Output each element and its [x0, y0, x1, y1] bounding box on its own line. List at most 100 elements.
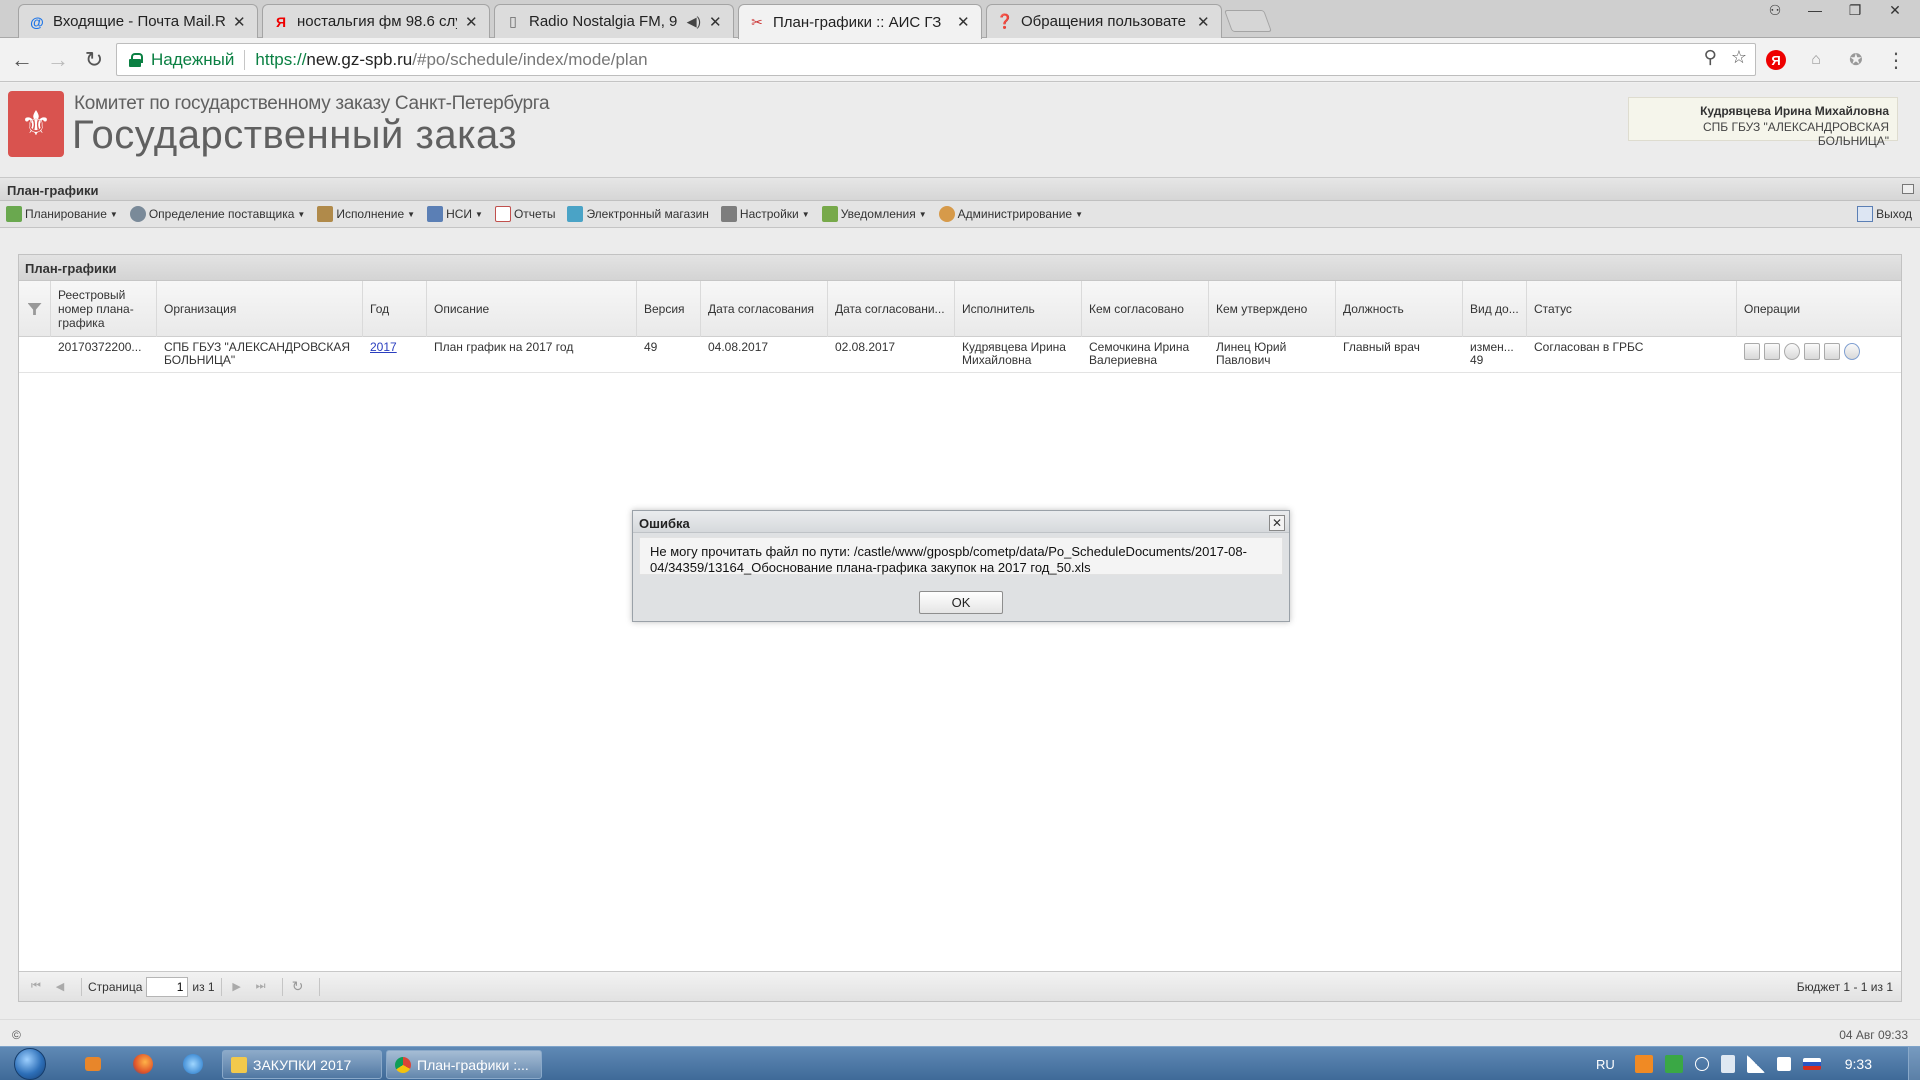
- col-agreed-by[interactable]: Кем согласовано: [1082, 281, 1209, 337]
- extension-icon[interactable]: ✪: [1844, 48, 1868, 72]
- address-bar[interactable]: Надежный https://new.gz-spb.ru/#po/sched…: [116, 43, 1756, 76]
- menu-label: Настройки: [739, 207, 799, 221]
- col-organization[interactable]: Организация: [157, 281, 363, 337]
- col-description[interactable]: Описание: [427, 281, 637, 337]
- window-close-icon[interactable]: ✕: [1876, 0, 1914, 20]
- tray-check-icon[interactable]: [1664, 1055, 1683, 1073]
- menu-supplier[interactable]: Определение поставщика ▼: [129, 206, 305, 222]
- menu-label: НСИ: [446, 207, 473, 221]
- taskbar-item-folder[interactable]: ЗАКУПКИ 2017: [222, 1050, 382, 1079]
- col-approve-date-2[interactable]: Дата согласовани...: [828, 281, 955, 337]
- start-button[interactable]: [12, 1047, 48, 1080]
- ok-button[interactable]: OK: [919, 591, 1003, 614]
- col-position[interactable]: Должность: [1336, 281, 1463, 337]
- year-link[interactable]: 2017: [370, 340, 397, 354]
- copy-icon[interactable]: [1824, 343, 1840, 360]
- col-executor[interactable]: Исполнитель: [955, 281, 1082, 337]
- caret-down-icon: ▼: [918, 209, 927, 219]
- menu-nsi[interactable]: НСИ ▼: [427, 206, 483, 222]
- close-icon[interactable]: ✕: [709, 13, 723, 31]
- users-icon[interactable]: [1804, 343, 1820, 360]
- col-approved-by[interactable]: Кем утверждено: [1209, 281, 1336, 337]
- url-scheme: https://: [255, 49, 307, 69]
- pdf-extension-icon[interactable]: ⌂: [1804, 48, 1828, 72]
- language-indicator[interactable]: RU: [1596, 1057, 1615, 1072]
- tab-radio[interactable]: ▯ Radio Nostalgia FM, 9 ◀) ✕: [494, 4, 734, 38]
- tab-requests[interactable]: ❓ Обращения пользовате ✕: [986, 4, 1222, 38]
- bookmark-star-icon[interactable]: ☆: [1731, 47, 1747, 68]
- emblem-icon[interactable]: [1784, 343, 1800, 360]
- tab-mail[interactable]: @ Входящие - Почта Mail.R ✕: [18, 4, 258, 38]
- col-doc-type[interactable]: Вид до...: [1463, 281, 1527, 337]
- menu-notifications[interactable]: Уведомления ▼: [821, 206, 927, 222]
- col-version[interactable]: Версия: [637, 281, 701, 337]
- new-tab-button[interactable]: [1223, 10, 1273, 32]
- help-icon: ❓: [996, 13, 1014, 29]
- tab-schedule[interactable]: ✂ План-графики :: АИС ГЗ ✕: [738, 4, 982, 39]
- profile-icon[interactable]: ⚇: [1756, 0, 1794, 20]
- tray-app-icon[interactable]: [1634, 1055, 1653, 1073]
- col-reg-number[interactable]: Реестровый номер плана-графика: [51, 281, 157, 337]
- menu-reports[interactable]: Отчеты: [494, 206, 555, 222]
- reload-icon[interactable]: ↻: [80, 46, 108, 74]
- schedules-panel: План-графики Реестровый номер плана-граф…: [18, 254, 1902, 1002]
- table-row[interactable]: 20170372200... СПБ ГБУЗ "АЛЕКСАНДРОВСКАЯ…: [19, 337, 1901, 373]
- flag-icon[interactable]: [1776, 1057, 1791, 1071]
- close-icon[interactable]: ✕: [957, 13, 971, 31]
- first-page-icon[interactable]: ⏮: [27, 978, 45, 996]
- network-icon[interactable]: [1720, 1055, 1735, 1073]
- dialog-title: Ошибка: [633, 511, 1289, 533]
- close-icon[interactable]: ✕: [1269, 515, 1285, 531]
- close-icon[interactable]: ✕: [233, 13, 247, 31]
- menu-execution[interactable]: Исполнение ▼: [317, 206, 415, 222]
- view-document-icon[interactable]: [1744, 343, 1760, 360]
- next-page-icon[interactable]: ▶: [228, 978, 246, 996]
- col-year[interactable]: Год: [363, 281, 427, 337]
- cart-icon: [567, 206, 584, 222]
- col-approve-date[interactable]: Дата согласования: [701, 281, 828, 337]
- taskbar-label: План-графики :...: [417, 1056, 529, 1073]
- volume-icon[interactable]: [1694, 1057, 1709, 1071]
- menu-admin[interactable]: Администрирование ▼: [938, 206, 1083, 222]
- gears-icon: [129, 206, 146, 222]
- menu-settings[interactable]: Настройки ▼: [720, 206, 810, 222]
- chrome-icon: [395, 1056, 411, 1073]
- col-status[interactable]: Статус: [1527, 281, 1737, 337]
- book-icon: [427, 206, 444, 222]
- minimize-icon[interactable]: —: [1796, 0, 1834, 20]
- menu-label: Исполнение: [336, 207, 405, 221]
- restore-icon[interactable]: ❐: [1836, 0, 1874, 20]
- taskbar-item-chrome[interactable]: План-графики :...: [386, 1050, 542, 1079]
- back-icon[interactable]: ←: [8, 46, 36, 74]
- cell-doc-type: измен... 49: [1470, 340, 1514, 367]
- menu-eshop[interactable]: Электронный магазин: [567, 206, 709, 222]
- clock[interactable]: 9:33: [1845, 1056, 1872, 1072]
- zoom-icon[interactable]: ⚲: [1704, 47, 1717, 68]
- russian-flag-icon[interactable]: [1802, 1058, 1821, 1070]
- forward-icon[interactable]: →: [44, 46, 72, 74]
- logout-button[interactable]: Выход: [1857, 206, 1912, 222]
- tab-yandex[interactable]: Я ностальгия фм 98.6 слу ✕: [262, 4, 490, 38]
- speaker-icon[interactable]: ◀): [687, 14, 701, 30]
- planning-icon: [6, 206, 22, 222]
- signal-icon[interactable]: [1746, 1055, 1765, 1073]
- close-icon[interactable]: ✕: [465, 13, 479, 31]
- menu-dots-icon[interactable]: ⋮: [1884, 48, 1908, 72]
- filter-icon[interactable]: [19, 281, 51, 337]
- show-desktop-button[interactable]: [1908, 1047, 1920, 1080]
- close-icon[interactable]: ✕: [1197, 13, 1211, 31]
- firefox-icon[interactable]: [122, 1050, 164, 1078]
- last-page-icon[interactable]: ⏭: [252, 978, 270, 996]
- menu-planning[interactable]: Планирование ▼: [6, 206, 118, 222]
- prev-page-icon[interactable]: ◀: [51, 978, 69, 996]
- caret-down-icon: ▼: [475, 209, 483, 219]
- page-number-input[interactable]: [146, 976, 189, 997]
- info-icon[interactable]: [1844, 343, 1860, 360]
- refresh-icon[interactable]: ↻: [289, 978, 307, 996]
- yandex-extension-icon[interactable]: Я: [1764, 48, 1788, 72]
- ie-icon[interactable]: [172, 1050, 214, 1078]
- edit-icon[interactable]: [1764, 343, 1780, 360]
- collapse-icon[interactable]: [1902, 184, 1914, 194]
- media-player-icon[interactable]: [72, 1050, 114, 1078]
- lock-icon: [129, 52, 143, 67]
